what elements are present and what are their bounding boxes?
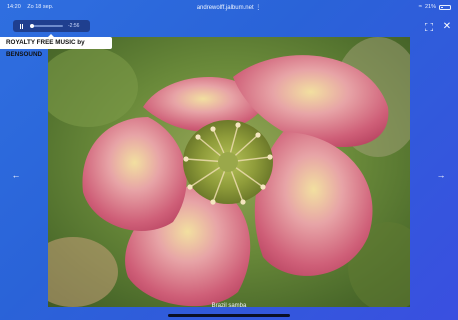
progress-knob[interactable] — [29, 23, 34, 28]
chevron-left-icon[interactable]: ← — [11, 170, 21, 180]
expand-icon[interactable] — [424, 22, 434, 32]
progress-slider[interactable] — [29, 23, 63, 28]
photo — [48, 37, 410, 307]
home-indicator[interactable] — [168, 314, 290, 317]
status-right: ≈ 21% — [419, 0, 451, 14]
photo-caption: Brazil samba — [211, 303, 247, 309]
music-player: -2:56 — [13, 20, 90, 32]
battery-icon — [439, 4, 451, 10]
address-bar[interactable]: andrewolff.jalbum.net ⋮ — [0, 4, 458, 12]
chevron-right-icon[interactable]: → — [436, 170, 446, 180]
status-bar: 14:20 Zo 18 sep. andrewolff.jalbum.net ⋮… — [0, 0, 458, 14]
pause-icon[interactable] — [18, 20, 25, 32]
close-icon[interactable]: ✕ — [442, 22, 452, 32]
music-credit-label: ROYALTY FREE MUSIC by BENSOUND — [0, 34, 112, 58]
time-remaining: -2:56 — [68, 23, 80, 29]
url-text: andrewolff.jalbum.net — [196, 5, 254, 11]
wifi-icon: ≈ — [418, 4, 422, 10]
battery-percent: 21% — [424, 4, 436, 10]
lock-icon: ⋮ — [255, 5, 262, 11]
